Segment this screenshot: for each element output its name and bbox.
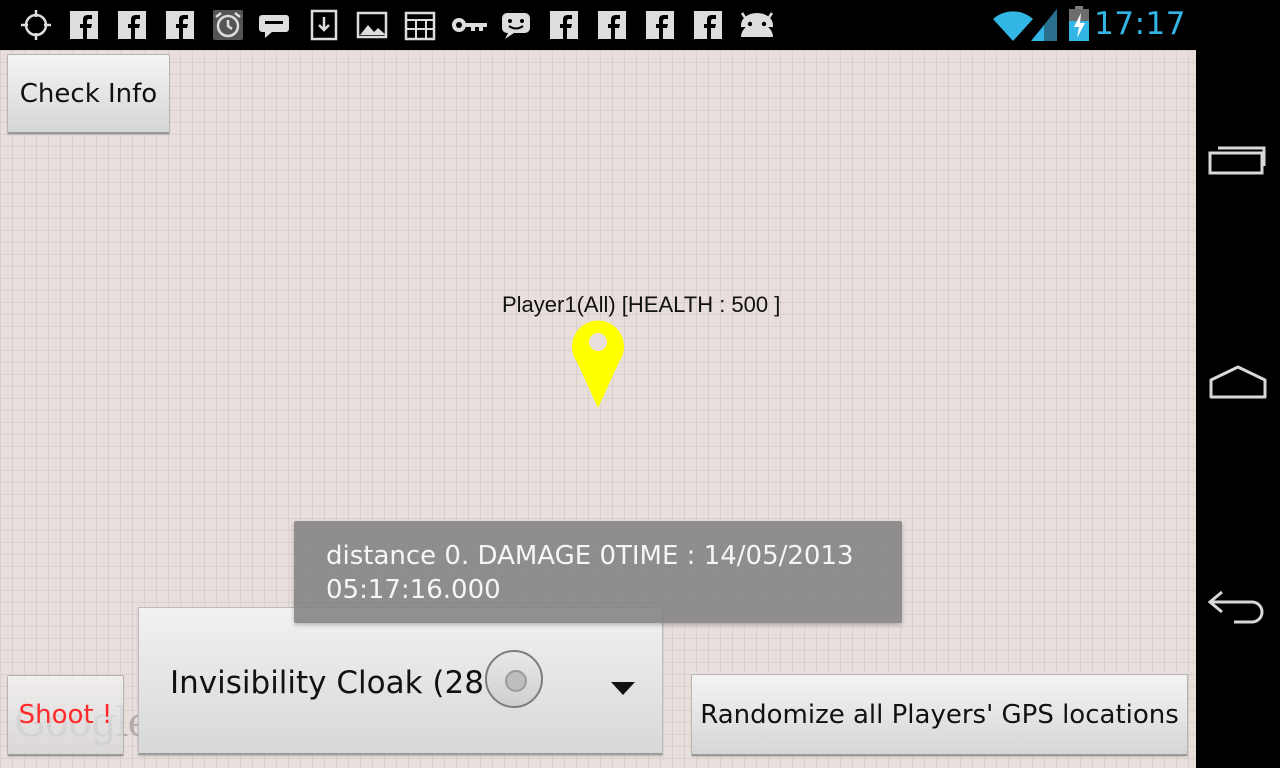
navigation-bar	[1196, 0, 1280, 768]
spinner-selected-label: Invisibility Cloak (28 )	[170, 665, 506, 701]
facebook-icon	[548, 9, 580, 41]
status-bar: 17:17	[0, 0, 1196, 50]
facebook-icon	[644, 9, 676, 41]
download-icon	[308, 9, 340, 41]
facebook-icon	[164, 9, 196, 41]
player-location-marker-icon[interactable]	[569, 316, 627, 410]
status-time: 17:17	[1094, 6, 1186, 42]
chat-icon	[258, 9, 290, 41]
back-icon[interactable]	[1196, 566, 1280, 646]
facebook-icon	[596, 9, 628, 41]
radio-button-icon[interactable]	[485, 650, 543, 708]
wifi-icon	[992, 8, 1034, 46]
randomize-gps-button[interactable]: Randomize all Players' GPS locations	[691, 674, 1188, 756]
facebook-icon	[68, 9, 100, 41]
check-info-button[interactable]: Check Info	[7, 54, 170, 134]
dropdown-arrow-icon	[611, 682, 635, 695]
android-icon	[738, 9, 776, 41]
signal-icon	[1030, 8, 1058, 46]
item-spinner[interactable]: Invisibility Cloak (28 )	[138, 607, 663, 755]
alarm-icon	[212, 9, 244, 41]
key-icon	[450, 9, 490, 41]
calendar-icon	[404, 9, 436, 41]
recent-apps-icon[interactable]	[1196, 120, 1280, 200]
messenger-icon	[500, 9, 532, 41]
battery-charging-icon	[1068, 6, 1090, 46]
shoot-button[interactable]: Shoot !	[7, 675, 124, 756]
image-icon	[356, 9, 388, 41]
home-icon[interactable]	[1196, 342, 1280, 422]
map-view[interactable]: Check Info Player1(All) [HEALTH : 500 ] …	[0, 50, 1196, 768]
toast-message: distance 0. DAMAGE 0TIME : 14/05/2013 05…	[294, 521, 902, 623]
facebook-icon	[116, 9, 148, 41]
facebook-icon	[692, 9, 724, 41]
player-marker-label: Player1(All) [HEALTH : 500 ]	[502, 292, 781, 317]
gps-icon	[20, 9, 52, 41]
